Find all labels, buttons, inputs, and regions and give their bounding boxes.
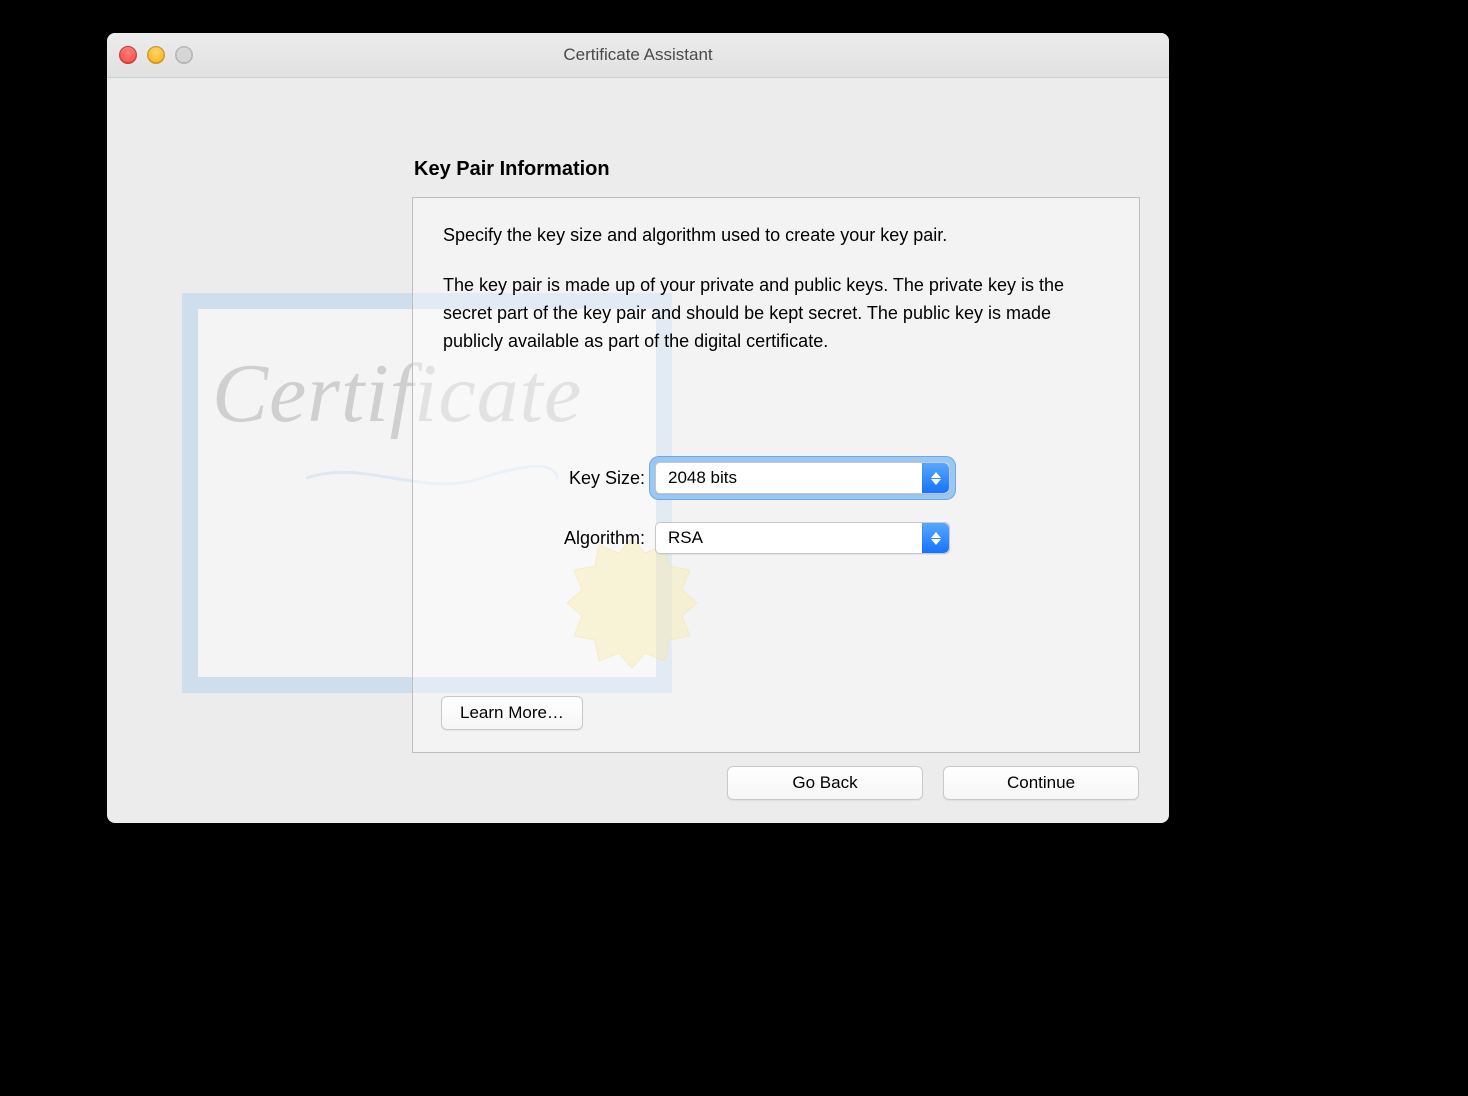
key-pair-form: Key Size: 2048 bits A	[413, 458, 1139, 578]
window-title: Certificate Assistant	[563, 45, 712, 65]
certificate-assistant-window: Certificate Assistant Certificate Key Pa…	[107, 33, 1169, 823]
learn-more-button[interactable]: Learn More…	[441, 696, 583, 730]
algorithm-popup[interactable]: RSA	[655, 522, 950, 554]
close-window-button[interactable]	[119, 46, 137, 64]
footer-buttons: Go Back Continue	[727, 766, 1139, 800]
content-panel: Specify the key size and algorithm used …	[412, 197, 1140, 753]
updown-arrows-icon	[922, 463, 949, 493]
section-title: Key Pair Information	[414, 158, 1140, 181]
algorithm-value: RSA	[656, 528, 922, 548]
titlebar: Certificate Assistant	[107, 33, 1169, 78]
window-body: Certificate Key Pair Information Specify…	[107, 78, 1169, 823]
go-back-button[interactable]: Go Back	[727, 766, 923, 800]
minimize-window-button[interactable]	[147, 46, 165, 64]
algorithm-label: Algorithm:	[413, 528, 655, 549]
updown-arrows-icon	[922, 523, 949, 553]
key-size-label: Key Size:	[413, 468, 655, 489]
window-controls	[119, 46, 193, 64]
key-size-popup[interactable]: 2048 bits	[655, 462, 950, 494]
zoom-window-button	[175, 46, 193, 64]
continue-button[interactable]: Continue	[943, 766, 1139, 800]
content-area: Key Pair Information Specify the key siz…	[412, 158, 1140, 753]
description-text: The key pair is made up of your private …	[443, 272, 1109, 356]
key-size-value: 2048 bits	[656, 468, 922, 488]
algorithm-row: Algorithm: RSA	[413, 518, 1139, 558]
key-size-row: Key Size: 2048 bits	[413, 458, 1139, 498]
intro-text: Specify the key size and algorithm used …	[443, 222, 1109, 250]
